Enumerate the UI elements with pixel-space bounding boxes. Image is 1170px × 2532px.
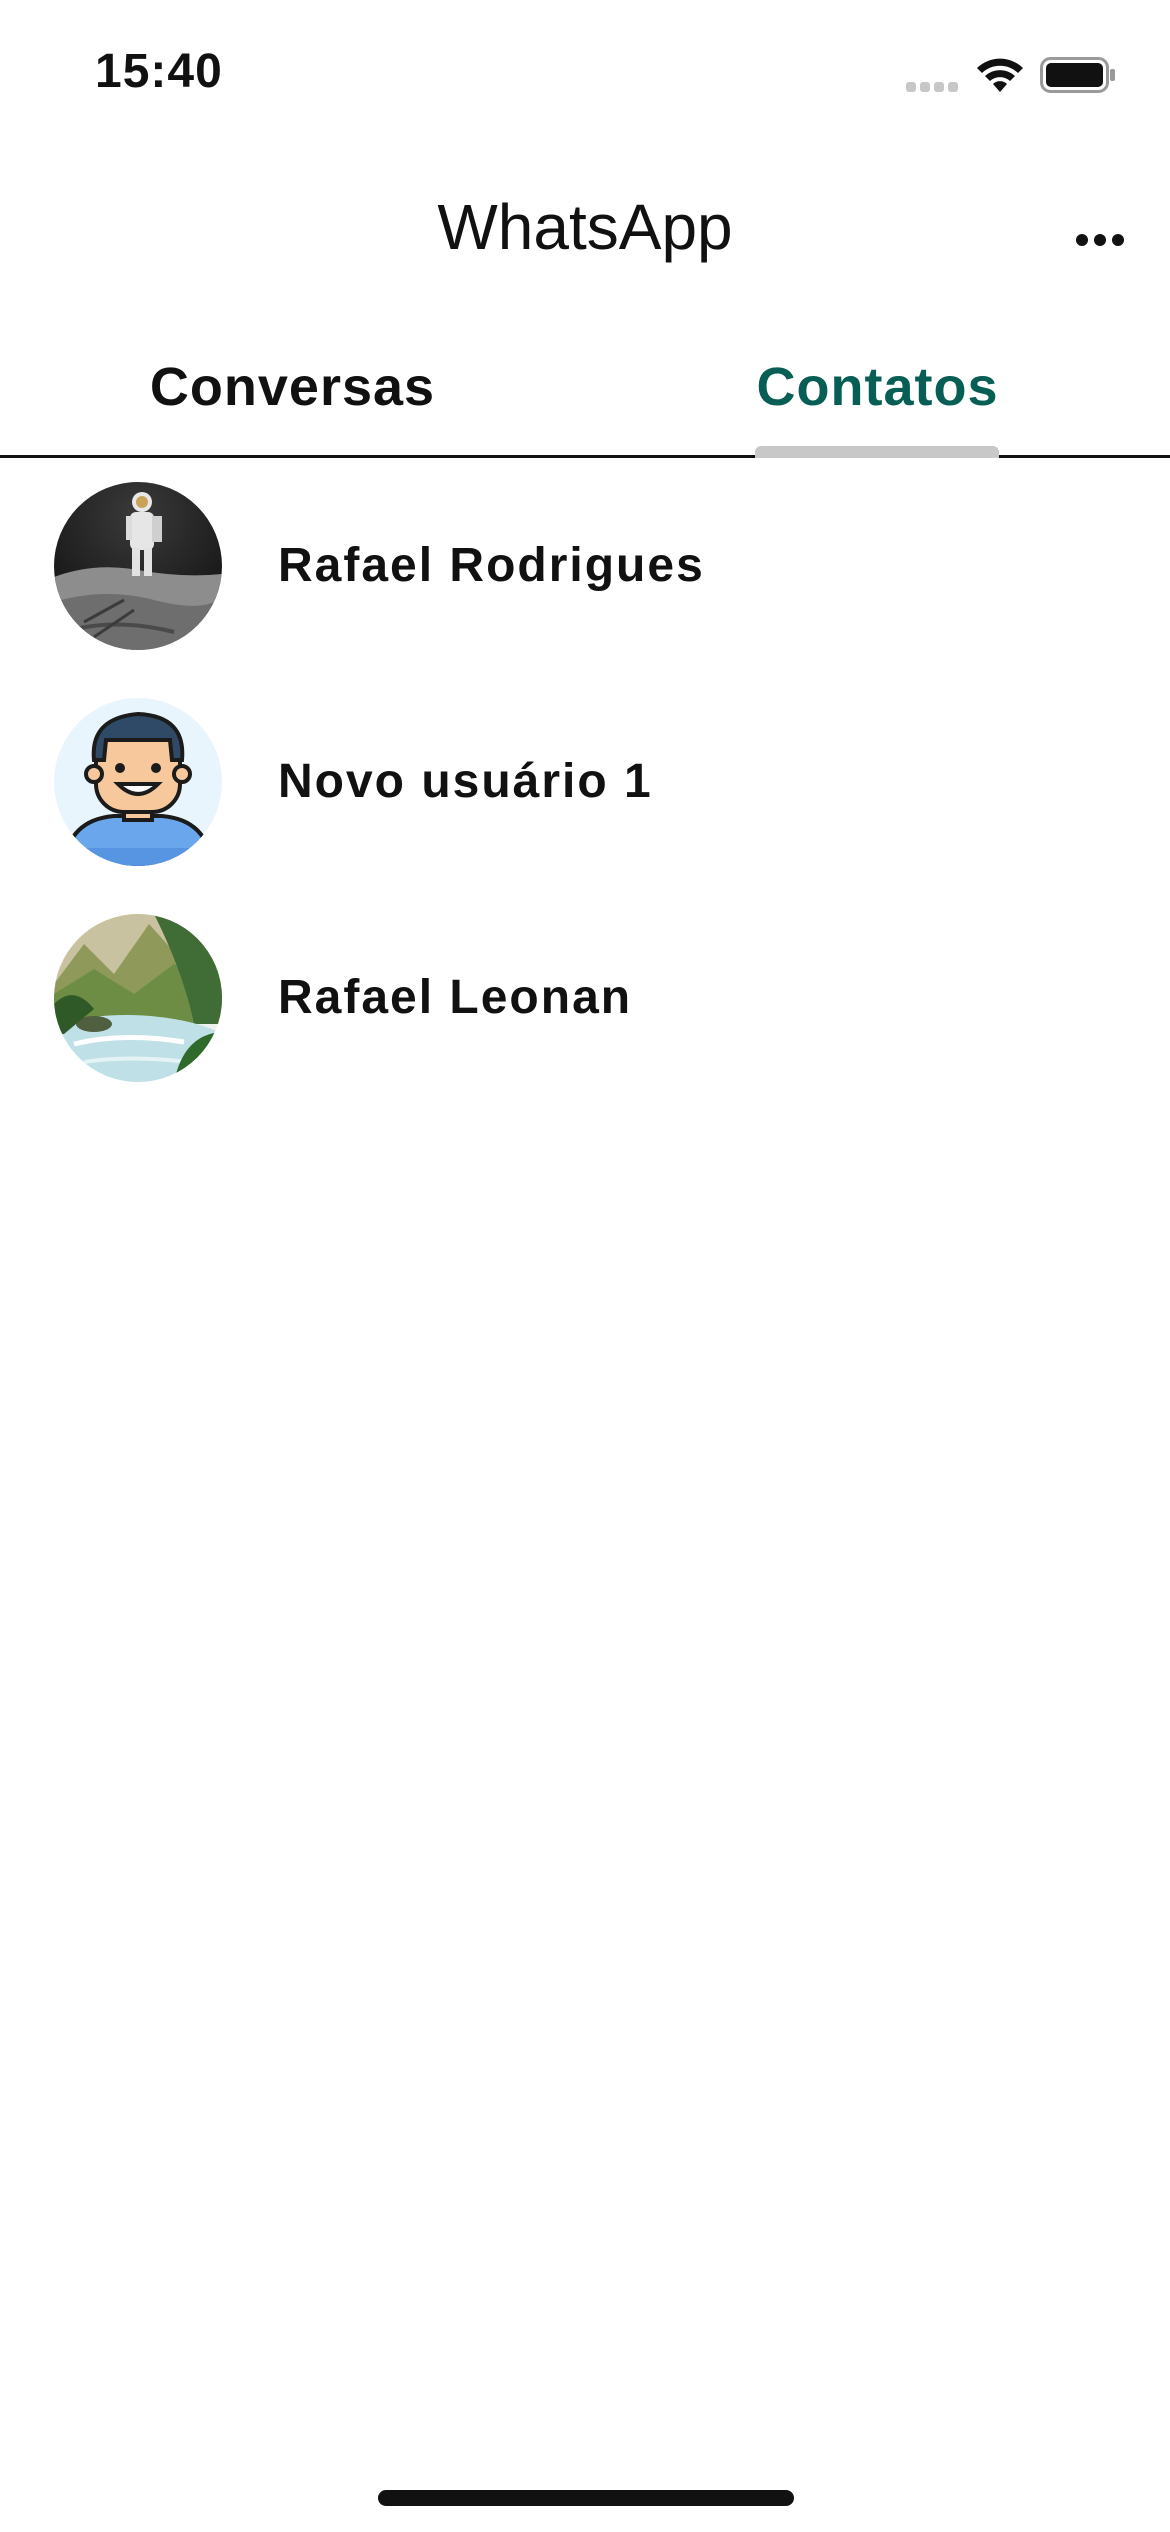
river-landscape-illustration (54, 914, 222, 1082)
avatar (54, 482, 222, 650)
tab-selected-indicator (755, 446, 999, 458)
contact-item[interactable]: Rafael Rodrigues (0, 460, 1170, 676)
tab-bar: Conversas Contatos (0, 300, 1170, 458)
tab-contatos[interactable]: Contatos (585, 300, 1170, 455)
tab-label: Contatos (756, 356, 999, 417)
home-indicator[interactable] (378, 2490, 794, 2506)
more-dot (1112, 234, 1124, 246)
tab-conversas[interactable]: Conversas (0, 300, 585, 455)
avatar (54, 914, 222, 1082)
battery-icon (1040, 57, 1115, 93)
contact-item[interactable]: Rafael Leonan (0, 892, 1170, 1108)
contact-list: Rafael Rodrigues Novo usuário 1 Rafael L… (0, 460, 1170, 1108)
app-bar: WhatsApp (0, 150, 1170, 300)
status-bar: 15:40 (0, 0, 1170, 150)
contact-name: Novo usuário 1 (278, 755, 653, 808)
more-dot (1094, 234, 1106, 246)
contact-name: Rafael Rodrigues (278, 539, 705, 592)
cartoon-man-avatar (54, 698, 222, 866)
status-time: 15:40 (95, 45, 223, 98)
more-horizontal-icon (1076, 234, 1088, 246)
contact-item[interactable]: Novo usuário 1 (0, 676, 1170, 892)
tab-label: Conversas (149, 356, 436, 417)
app-title: WhatsApp (437, 191, 733, 263)
astronaut-photo (54, 482, 222, 650)
more-options-button[interactable] (1060, 200, 1140, 280)
contact-name: Rafael Leonan (278, 971, 633, 1024)
signal-dots-icon (906, 82, 958, 92)
wifi-icon (977, 58, 1023, 92)
avatar (54, 698, 222, 866)
